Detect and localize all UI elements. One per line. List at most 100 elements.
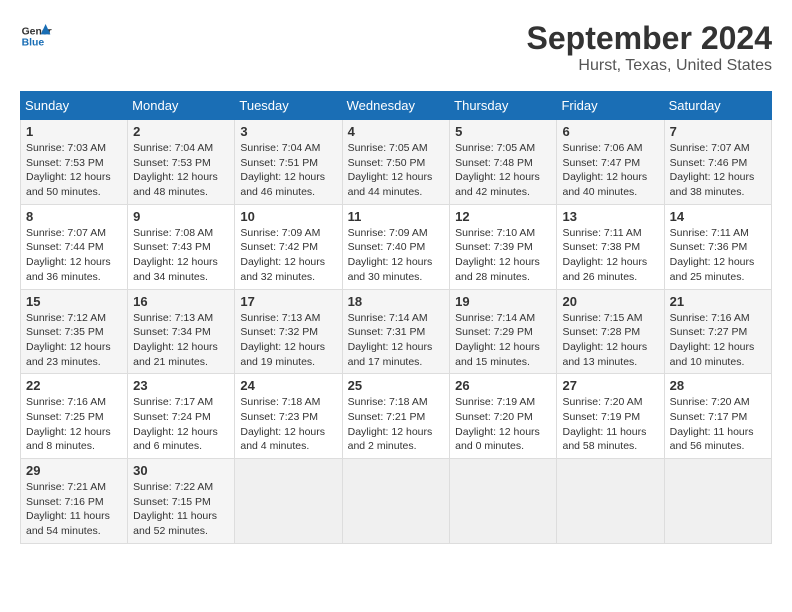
calendar-cell: 30 Sunrise: 7:22 AMSunset: 7:15 PMDaylig… — [128, 459, 235, 544]
day-number: 1 — [26, 124, 122, 139]
day-info: Sunrise: 7:20 AMSunset: 7:17 PMDaylight:… — [670, 395, 766, 454]
calendar-cell: 29 Sunrise: 7:21 AMSunset: 7:16 PMDaylig… — [21, 459, 128, 544]
calendar-cell: 10 Sunrise: 7:09 AMSunset: 7:42 PMDaylig… — [235, 204, 342, 289]
logo-icon: General Blue — [20, 20, 52, 52]
calendar-cell: 24 Sunrise: 7:18 AMSunset: 7:23 PMDaylig… — [235, 374, 342, 459]
header-tuesday: Tuesday — [235, 92, 342, 120]
day-info: Sunrise: 7:05 AMSunset: 7:48 PMDaylight:… — [455, 141, 551, 200]
day-info: Sunrise: 7:10 AMSunset: 7:39 PMDaylight:… — [455, 226, 551, 285]
day-info: Sunrise: 7:07 AMSunset: 7:44 PMDaylight:… — [26, 226, 122, 285]
calendar-cell: 17 Sunrise: 7:13 AMSunset: 7:32 PMDaylig… — [235, 289, 342, 374]
day-info: Sunrise: 7:07 AMSunset: 7:46 PMDaylight:… — [670, 141, 766, 200]
page-header: General Blue September 2024 Hurst, Texas… — [20, 20, 772, 75]
calendar-cell: 8 Sunrise: 7:07 AMSunset: 7:44 PMDayligh… — [21, 204, 128, 289]
day-info: Sunrise: 7:17 AMSunset: 7:24 PMDaylight:… — [133, 395, 229, 454]
day-number: 21 — [670, 294, 766, 309]
calendar-cell: 27 Sunrise: 7:20 AMSunset: 7:19 PMDaylig… — [557, 374, 664, 459]
location-label: Hurst, Texas, United States — [527, 57, 772, 75]
day-info: Sunrise: 7:14 AMSunset: 7:29 PMDaylight:… — [455, 311, 551, 370]
day-number: 17 — [240, 294, 336, 309]
calendar-week-row: 15 Sunrise: 7:12 AMSunset: 7:35 PMDaylig… — [21, 289, 772, 374]
calendar-cell — [235, 459, 342, 544]
calendar-cell: 14 Sunrise: 7:11 AMSunset: 7:36 PMDaylig… — [664, 204, 771, 289]
calendar-cell — [342, 459, 450, 544]
day-number: 14 — [670, 209, 766, 224]
day-number: 20 — [562, 294, 658, 309]
calendar-cell: 15 Sunrise: 7:12 AMSunset: 7:35 PMDaylig… — [21, 289, 128, 374]
calendar-cell: 19 Sunrise: 7:14 AMSunset: 7:29 PMDaylig… — [450, 289, 557, 374]
day-number: 29 — [26, 463, 122, 478]
day-number: 28 — [670, 378, 766, 393]
calendar-cell: 28 Sunrise: 7:20 AMSunset: 7:17 PMDaylig… — [664, 374, 771, 459]
day-number: 15 — [26, 294, 122, 309]
day-number: 11 — [348, 209, 445, 224]
calendar-cell: 4 Sunrise: 7:05 AMSunset: 7:50 PMDayligh… — [342, 120, 450, 205]
calendar-table: Sunday Monday Tuesday Wednesday Thursday… — [20, 91, 772, 544]
calendar-header-row: Sunday Monday Tuesday Wednesday Thursday… — [21, 92, 772, 120]
calendar-cell: 25 Sunrise: 7:18 AMSunset: 7:21 PMDaylig… — [342, 374, 450, 459]
day-number: 19 — [455, 294, 551, 309]
calendar-week-row: 8 Sunrise: 7:07 AMSunset: 7:44 PMDayligh… — [21, 204, 772, 289]
day-number: 9 — [133, 209, 229, 224]
calendar-cell: 11 Sunrise: 7:09 AMSunset: 7:40 PMDaylig… — [342, 204, 450, 289]
day-info: Sunrise: 7:04 AMSunset: 7:51 PMDaylight:… — [240, 141, 336, 200]
calendar-cell: 16 Sunrise: 7:13 AMSunset: 7:34 PMDaylig… — [128, 289, 235, 374]
logo: General Blue — [20, 20, 52, 52]
day-info: Sunrise: 7:12 AMSunset: 7:35 PMDaylight:… — [26, 311, 122, 370]
calendar-cell: 3 Sunrise: 7:04 AMSunset: 7:51 PMDayligh… — [235, 120, 342, 205]
day-info: Sunrise: 7:18 AMSunset: 7:21 PMDaylight:… — [348, 395, 445, 454]
day-number: 5 — [455, 124, 551, 139]
day-info: Sunrise: 7:11 AMSunset: 7:36 PMDaylight:… — [670, 226, 766, 285]
calendar-cell: 26 Sunrise: 7:19 AMSunset: 7:20 PMDaylig… — [450, 374, 557, 459]
calendar-cell: 7 Sunrise: 7:07 AMSunset: 7:46 PMDayligh… — [664, 120, 771, 205]
day-info: Sunrise: 7:08 AMSunset: 7:43 PMDaylight:… — [133, 226, 229, 285]
day-info: Sunrise: 7:11 AMSunset: 7:38 PMDaylight:… — [562, 226, 658, 285]
header-monday: Monday — [128, 92, 235, 120]
day-number: 16 — [133, 294, 229, 309]
day-info: Sunrise: 7:15 AMSunset: 7:28 PMDaylight:… — [562, 311, 658, 370]
day-info: Sunrise: 7:16 AMSunset: 7:25 PMDaylight:… — [26, 395, 122, 454]
calendar-cell: 20 Sunrise: 7:15 AMSunset: 7:28 PMDaylig… — [557, 289, 664, 374]
day-number: 12 — [455, 209, 551, 224]
calendar-cell: 21 Sunrise: 7:16 AMSunset: 7:27 PMDaylig… — [664, 289, 771, 374]
calendar-cell: 5 Sunrise: 7:05 AMSunset: 7:48 PMDayligh… — [450, 120, 557, 205]
day-info: Sunrise: 7:16 AMSunset: 7:27 PMDaylight:… — [670, 311, 766, 370]
day-number: 6 — [562, 124, 658, 139]
day-number: 13 — [562, 209, 658, 224]
day-info: Sunrise: 7:13 AMSunset: 7:34 PMDaylight:… — [133, 311, 229, 370]
day-info: Sunrise: 7:05 AMSunset: 7:50 PMDaylight:… — [348, 141, 445, 200]
day-number: 2 — [133, 124, 229, 139]
day-number: 23 — [133, 378, 229, 393]
day-number: 25 — [348, 378, 445, 393]
day-number: 3 — [240, 124, 336, 139]
calendar-cell: 13 Sunrise: 7:11 AMSunset: 7:38 PMDaylig… — [557, 204, 664, 289]
header-wednesday: Wednesday — [342, 92, 450, 120]
day-info: Sunrise: 7:20 AMSunset: 7:19 PMDaylight:… — [562, 395, 658, 454]
svg-text:Blue: Blue — [22, 38, 45, 49]
calendar-cell: 23 Sunrise: 7:17 AMSunset: 7:24 PMDaylig… — [128, 374, 235, 459]
day-info: Sunrise: 7:03 AMSunset: 7:53 PMDaylight:… — [26, 141, 122, 200]
day-number: 7 — [670, 124, 766, 139]
calendar-cell: 12 Sunrise: 7:10 AMSunset: 7:39 PMDaylig… — [450, 204, 557, 289]
day-info: Sunrise: 7:13 AMSunset: 7:32 PMDaylight:… — [240, 311, 336, 370]
day-info: Sunrise: 7:14 AMSunset: 7:31 PMDaylight:… — [348, 311, 445, 370]
header-thursday: Thursday — [450, 92, 557, 120]
calendar-week-row: 29 Sunrise: 7:21 AMSunset: 7:16 PMDaylig… — [21, 459, 772, 544]
day-number: 18 — [348, 294, 445, 309]
calendar-cell: 18 Sunrise: 7:14 AMSunset: 7:31 PMDaylig… — [342, 289, 450, 374]
calendar-cell: 9 Sunrise: 7:08 AMSunset: 7:43 PMDayligh… — [128, 204, 235, 289]
calendar-week-row: 1 Sunrise: 7:03 AMSunset: 7:53 PMDayligh… — [21, 120, 772, 205]
header-saturday: Saturday — [664, 92, 771, 120]
calendar-cell: 1 Sunrise: 7:03 AMSunset: 7:53 PMDayligh… — [21, 120, 128, 205]
day-number: 26 — [455, 378, 551, 393]
calendar-cell — [450, 459, 557, 544]
calendar-cell: 6 Sunrise: 7:06 AMSunset: 7:47 PMDayligh… — [557, 120, 664, 205]
day-info: Sunrise: 7:21 AMSunset: 7:16 PMDaylight:… — [26, 480, 122, 539]
day-info: Sunrise: 7:09 AMSunset: 7:42 PMDaylight:… — [240, 226, 336, 285]
title-area: September 2024 Hurst, Texas, United Stat… — [527, 20, 772, 75]
day-number: 24 — [240, 378, 336, 393]
calendar-cell — [664, 459, 771, 544]
header-friday: Friday — [557, 92, 664, 120]
day-number: 22 — [26, 378, 122, 393]
day-number: 30 — [133, 463, 229, 478]
